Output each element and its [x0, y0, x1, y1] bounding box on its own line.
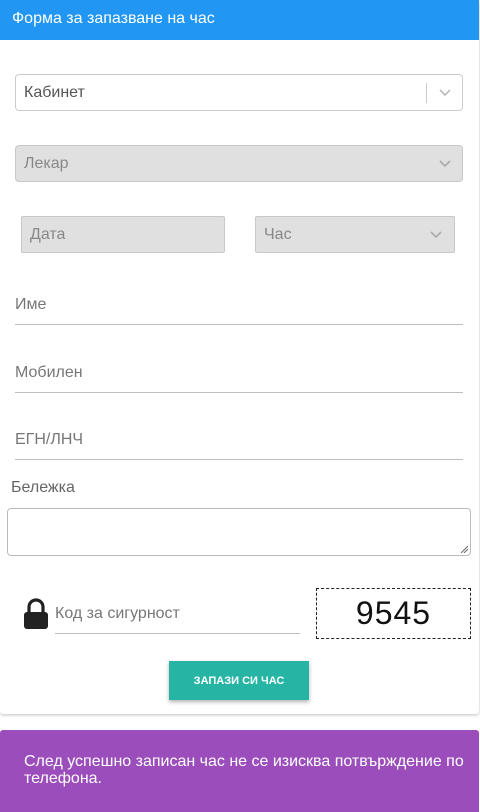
name-field[interactable]: Име: [15, 285, 463, 325]
mobile-field-placeholder: Мобилен: [15, 364, 83, 381]
security-code-input[interactable]: Код за сигурност: [55, 596, 300, 634]
date-input[interactable]: Дата: [21, 216, 225, 253]
date-input-placeholder: Дата: [30, 226, 66, 243]
chevron-down-icon[interactable]: [438, 156, 452, 170]
egn-field-placeholder: ЕГН/ЛНЧ: [15, 431, 84, 448]
hour-select[interactable]: Час: [255, 216, 455, 253]
form-header: Форма за запазване на час: [0, 0, 479, 40]
doctor-select-placeholder: Лекар: [24, 155, 69, 172]
info-notice-text: След успешно записан час не се изисква п…: [24, 753, 464, 787]
info-notice: След успешно записан час не се изисква п…: [0, 730, 479, 812]
note-textarea[interactable]: [7, 508, 471, 556]
select-separator: [426, 83, 427, 103]
captcha-box: 9545: [316, 588, 471, 639]
chevron-down-icon[interactable]: [438, 85, 452, 99]
resize-handle-icon[interactable]: [460, 545, 468, 553]
note-label: Бележка: [11, 479, 75, 496]
security-code-placeholder: Код за сигурност: [55, 605, 180, 622]
mobile-field[interactable]: Мобилен: [15, 353, 463, 393]
submit-button[interactable]: ЗАПАЗИ СИ ЧАС: [169, 661, 309, 700]
hour-select-placeholder: Час: [264, 226, 292, 243]
egn-field[interactable]: ЕГН/ЛНЧ: [15, 420, 463, 460]
booking-form-card: Форма за запазване на час Кабинет Лекар …: [0, 0, 479, 714]
lock-icon: [24, 598, 48, 629]
chevron-down-icon[interactable]: [429, 227, 443, 241]
cabinet-select[interactable]: Кабинет: [15, 74, 463, 111]
captcha-code: 9545: [355, 595, 432, 631]
form-title: Форма за запазване на час: [12, 10, 215, 27]
cabinet-select-placeholder: Кабинет: [24, 84, 85, 101]
name-field-placeholder: Име: [15, 296, 47, 313]
doctor-select[interactable]: Лекар: [15, 145, 463, 182]
